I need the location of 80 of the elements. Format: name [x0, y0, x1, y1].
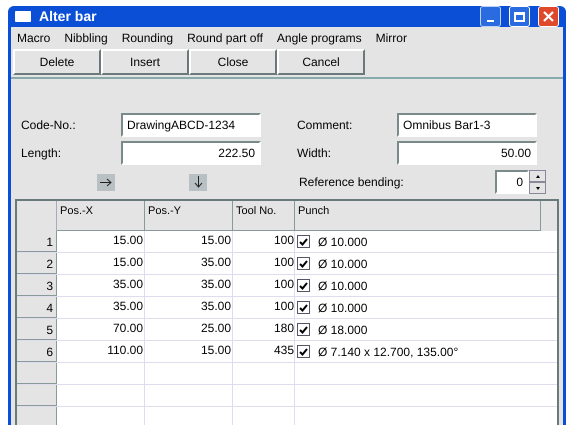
text-field[interactable]: Omnibus Bar1-3 [397, 113, 537, 137]
menu-item[interactable]: Macro [17, 29, 50, 47]
minimize-button[interactable] [480, 6, 501, 27]
checkbox[interactable] [297, 279, 310, 292]
field-label: Length: [21, 145, 62, 162]
toolbar-button[interactable]: Close [189, 49, 277, 75]
field-label: Code-No.: [21, 117, 77, 134]
table-cell: 100 [233, 275, 295, 296]
menu-item[interactable]: Angle programs [276, 29, 362, 47]
table-cell: 35.00 [145, 297, 233, 318]
table-cell: 35.00 [145, 253, 233, 274]
table-cell: 100 [233, 231, 295, 252]
text-field[interactable]: DrawingABCD-1234 [121, 113, 261, 137]
checkbox[interactable] [297, 235, 310, 248]
field-label: Width: [297, 145, 332, 162]
table-cell: 110.00 [57, 341, 145, 362]
table-cell: 435 [233, 341, 295, 362]
down-arrow-button[interactable] [189, 174, 207, 190]
close-icon [543, 11, 554, 22]
table-cell: 35.00 [57, 275, 145, 296]
window-icon [15, 11, 31, 22]
table-cell-text: Ø 10.000 [318, 234, 368, 250]
check-icon [299, 348, 308, 356]
up-icon [536, 174, 540, 178]
table-cell-text: Ø 7.140 x 12.700, 135.00° [318, 344, 458, 360]
table-cell-text: Ø 10.000 [318, 278, 368, 294]
menu-item[interactable]: Rounding [122, 29, 174, 47]
window-title: Alter bar [39, 7, 98, 26]
table-cell: 15.00 [57, 231, 145, 252]
text-field[interactable]: 222.50 [121, 141, 261, 165]
table-cell-text: Ø 18.000 [318, 322, 368, 338]
right-arrow-icon [100, 178, 112, 186]
row-header[interactable]: 6 [17, 341, 57, 362]
checkbox[interactable] [297, 345, 310, 358]
table-cell: 100 [233, 253, 295, 274]
check-icon [299, 326, 308, 334]
column-header[interactable]: Punch [295, 201, 541, 231]
table-cell: 35.00 [57, 297, 145, 318]
row-header[interactable]: 5 [17, 319, 57, 340]
check-icon [299, 304, 308, 312]
row-header[interactable]: 1 [17, 231, 57, 252]
field-label: Comment: [297, 117, 354, 134]
check-icon [299, 238, 308, 246]
table-cell-text: Ø 10.000 [318, 300, 368, 316]
table-cell-text: Ø 10.000 [318, 256, 368, 272]
toolbar-button[interactable]: Insert [101, 49, 189, 75]
menu-item[interactable]: Mirror [376, 29, 407, 47]
table-cell: 15.00 [57, 253, 145, 274]
menu-item[interactable]: Round part off [187, 29, 263, 47]
down-icon [536, 186, 540, 190]
check-icon [299, 282, 308, 290]
row-header[interactable]: 3 [17, 275, 57, 296]
checkbox[interactable] [297, 323, 310, 336]
spin-field[interactable]: 0 [495, 170, 529, 194]
checkbox[interactable] [297, 301, 310, 314]
right-arrow-button[interactable] [97, 174, 115, 190]
spin-up-button[interactable] [529, 170, 546, 182]
check-icon [299, 260, 308, 268]
column-header[interactable]: Pos.-Y [145, 201, 233, 231]
close-button[interactable] [538, 6, 559, 27]
table-cell: 15.00 [145, 341, 233, 362]
column-header[interactable]: Pos.-X [57, 201, 145, 231]
field-label: Reference bending: [299, 174, 405, 191]
column-header[interactable]: Tool No. [233, 201, 295, 231]
toolbar-button[interactable]: Cancel [277, 49, 365, 75]
table-cell: 35.00 [145, 275, 233, 296]
table-cell: 25.00 [145, 319, 233, 340]
text-field[interactable]: 50.00 [397, 141, 537, 165]
down-arrow-icon [194, 176, 202, 188]
menu-item[interactable]: Nibbling [64, 29, 108, 47]
table-cell: 180 [233, 319, 295, 340]
toolbar-button[interactable]: Delete [13, 49, 101, 75]
table-cell: 100 [233, 297, 295, 318]
row-header[interactable]: 4 [17, 297, 57, 318]
checkbox[interactable] [297, 257, 310, 270]
spin-down-button[interactable] [529, 182, 546, 194]
maximize-button[interactable] [509, 6, 530, 27]
row-header[interactable]: 2 [17, 253, 57, 274]
table-cell: 70.00 [57, 319, 145, 340]
table-cell: 15.00 [145, 231, 233, 252]
